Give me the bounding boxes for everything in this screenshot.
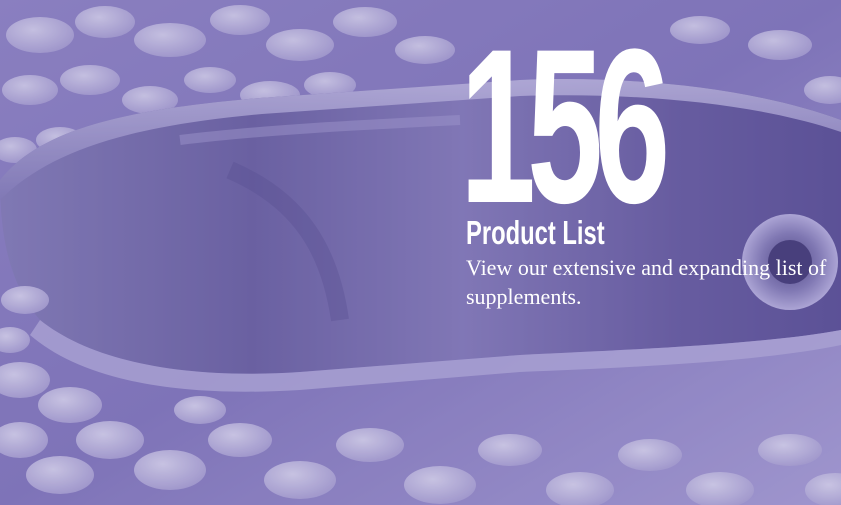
promo-title[interactable]: Product List — [466, 216, 725, 250]
product-count: 156 — [460, 3, 670, 249]
product-list-promo-card[interactable]: 156 Product List View our extensive and … — [0, 0, 841, 505]
promo-description: View our extensive and expanding list of… — [466, 255, 827, 309]
promo-content: 156 Product List View our extensive and … — [460, 16, 826, 311]
